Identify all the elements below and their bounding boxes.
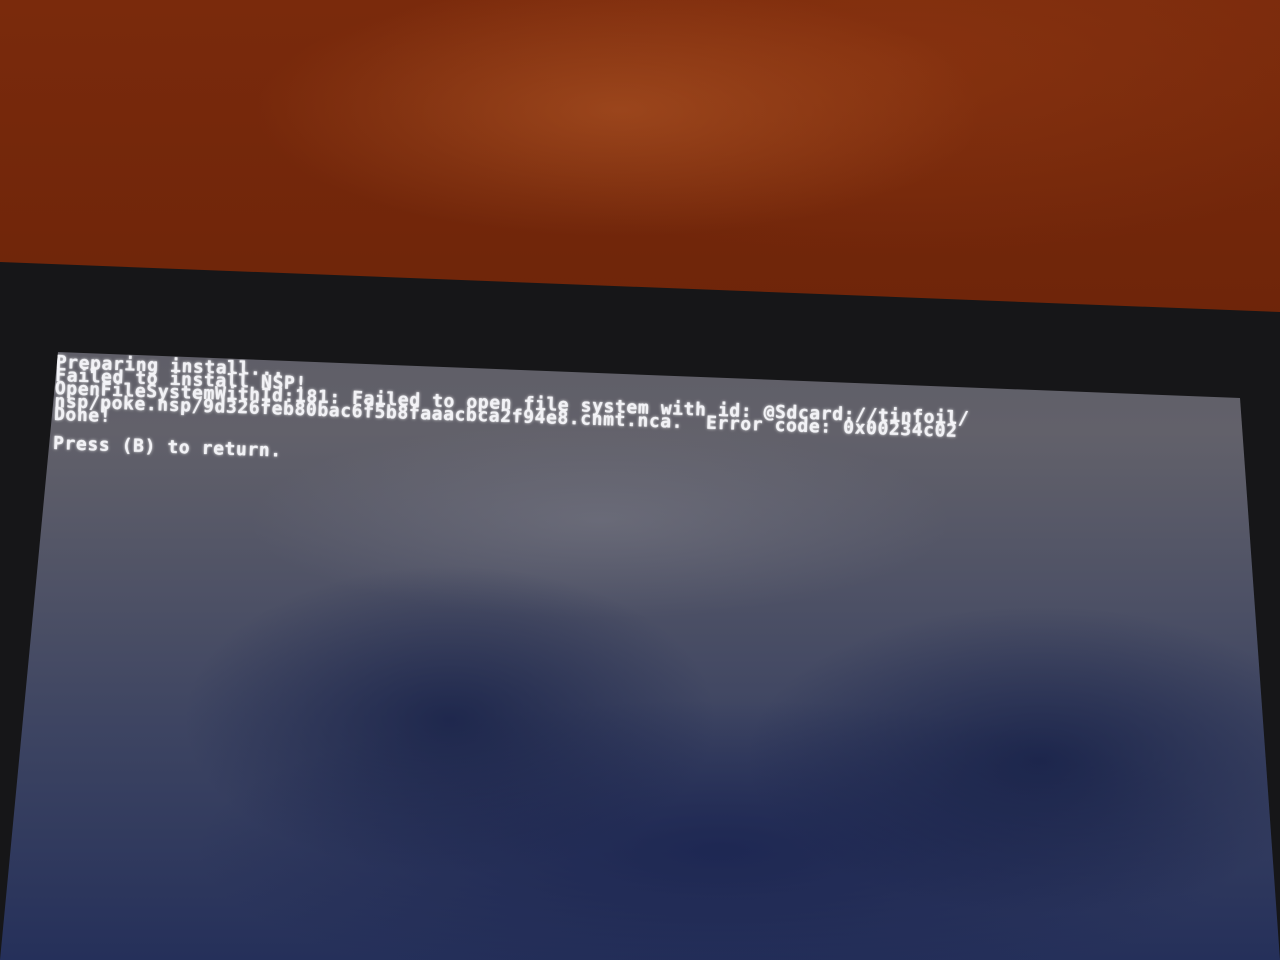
console-screen: Preparing install... Failed to install N… [0,352,1280,960]
photo-background: Preparing install... Failed to install N… [0,0,1280,960]
